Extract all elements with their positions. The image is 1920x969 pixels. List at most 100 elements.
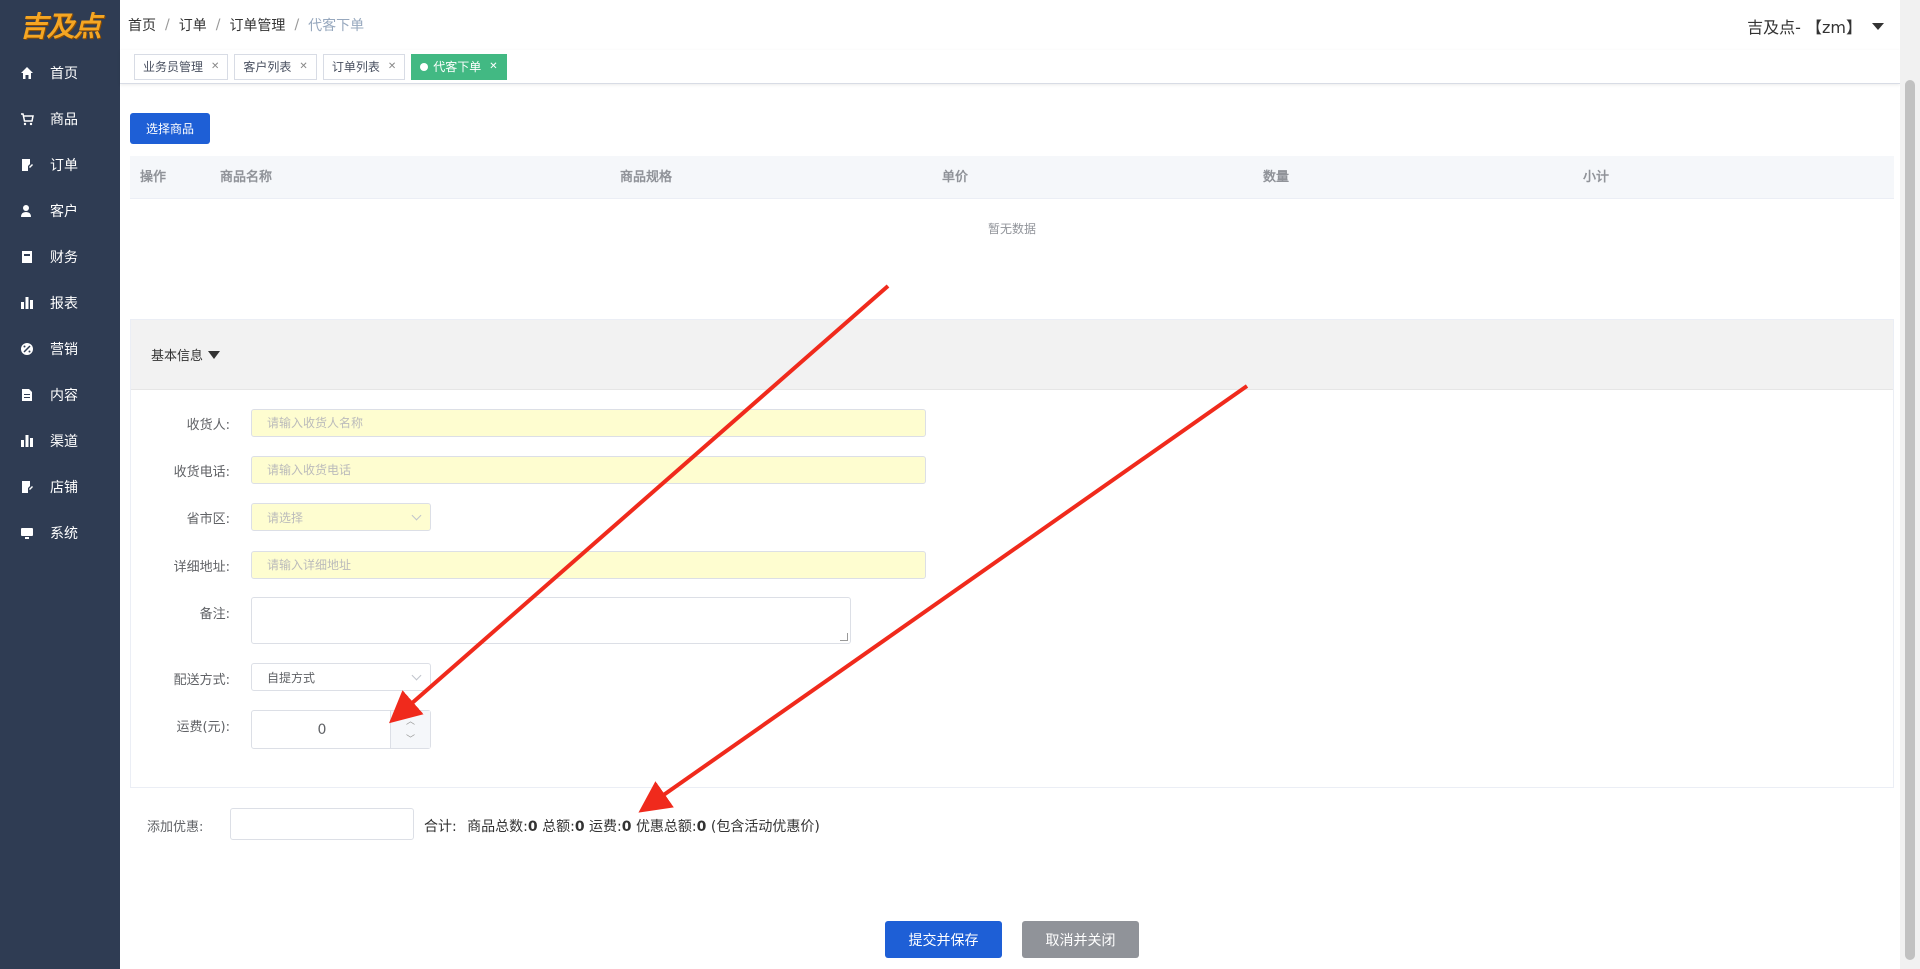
sidebar-item-label: 财务 [50, 250, 78, 266]
caret-down-icon [208, 350, 221, 359]
user-name: 吉及点- 【zm】 [1747, 18, 1862, 37]
scrollbar-thumb[interactable] [1905, 80, 1915, 960]
delivery-select-value: 自提方式 [267, 670, 316, 685]
close-icon[interactable]: ✕ [388, 61, 396, 72]
phone-input[interactable] [251, 456, 926, 484]
receiver-input[interactable] [251, 409, 926, 437]
sidebar-item-orders[interactable]: 订单 [0, 142, 120, 188]
tag-label: 代客下单 [433, 60, 482, 74]
sidebar-item-goods[interactable]: 商品 [0, 96, 120, 142]
sidebar-item-label: 内容 [50, 388, 78, 404]
tag-customer-list[interactable]: 客户列表 ✕ [234, 53, 317, 80]
tag-order-list[interactable]: 订单列表 ✕ [322, 53, 406, 80]
content-icon [20, 388, 34, 402]
sidebar-item-label: 订单 [50, 158, 78, 174]
sidebar-item-content[interactable]: 内容 [0, 372, 120, 418]
select-goods-button[interactable]: 选择商品 [130, 113, 210, 144]
discount-input[interactable] [230, 808, 414, 840]
customer-icon [20, 204, 34, 218]
column-header: 操作 [140, 170, 167, 185]
close-icon[interactable]: ✕ [211, 61, 219, 72]
caret-down-icon [1872, 22, 1884, 30]
discount-label: 添加优惠: [147, 820, 204, 835]
tag-proxy-order[interactable]: 代客下单 ✕ [411, 53, 507, 80]
phone-label: 收货电话: [173, 465, 230, 480]
column-header: 单价 [942, 170, 969, 185]
chevron-down-icon [411, 510, 422, 521]
breadcrumb-separator: / [165, 17, 170, 33]
cart-icon [20, 112, 34, 126]
sidebar-item-marketing[interactable]: 营销 [0, 326, 120, 372]
chevron-down-icon [411, 670, 422, 681]
basic-info-header[interactable]: 基本信息 [131, 320, 1893, 390]
delivery-select[interactable]: 自提方式 [251, 663, 431, 691]
decrease-icon[interactable]: ﹀ [390, 729, 430, 748]
freight-stepper[interactable]: 0 ︿ ﹀ [251, 710, 431, 749]
total-label: 合计: [424, 819, 457, 835]
receiver-label: 收货人: [186, 418, 230, 433]
sidebar-item-finance[interactable]: 财务 [0, 234, 120, 280]
discount-total-value: 0 [696, 819, 707, 835]
breadcrumb-item[interactable]: 首页 [128, 15, 156, 35]
address-label: 详细地址: [173, 560, 230, 575]
submit-save-button[interactable]: 提交并保存 [885, 921, 1002, 958]
sidebar-item-label: 首页 [50, 66, 78, 82]
logo[interactable]: 吉及点 [0, 0, 120, 50]
goods-count-label: 商品总数: [467, 819, 528, 835]
freight-label: 运费(元): [176, 720, 230, 735]
sidebar-item-shop[interactable]: 店铺 [0, 464, 120, 510]
freight-summary-value: 0 [621, 819, 632, 835]
column-header: 商品规格 [620, 170, 673, 185]
sidebar-item-label: 报表 [50, 296, 78, 312]
freight-value[interactable]: 0 [252, 711, 392, 748]
tags-view: 业务员管理 ✕ 客户列表 ✕ 订单列表 ✕ 代客下单 ✕ [120, 50, 1900, 84]
breadcrumb-item[interactable]: 订单 [179, 15, 207, 35]
goods-count-value: 0 [527, 819, 538, 835]
sidebar-item-label: 店铺 [50, 480, 78, 496]
close-icon[interactable]: ✕ [299, 61, 307, 72]
cancel-close-button[interactable]: 取消并关闭 [1022, 921, 1139, 958]
column-header: 小计 [1583, 170, 1610, 185]
sidebar-item-label: 营销 [50, 342, 78, 358]
tag-salesman-management[interactable]: 业务员管理 ✕ [134, 53, 229, 80]
sidebar-item-reports[interactable]: 报表 [0, 280, 120, 326]
region-select[interactable]: 请选择 [251, 503, 431, 531]
remark-textarea[interactable] [251, 597, 851, 644]
increase-icon[interactable]: ︿ [390, 711, 430, 730]
basic-info-title: 基本信息 [151, 349, 204, 364]
tag-label: 订单列表 [331, 60, 380, 74]
delivery-label: 配送方式: [173, 673, 230, 688]
breadcrumb-separator: / [294, 17, 300, 33]
sidebar-item-label: 渠道 [50, 434, 78, 450]
logo-text: 吉及点 [19, 10, 101, 43]
system-icon [20, 526, 34, 540]
tag-label: 业务员管理 [143, 60, 204, 74]
address-input[interactable] [251, 551, 926, 579]
top-bar: 首页 / 订单 / 订单管理 / 代客下单 吉及点- 【zm】 [120, 0, 1920, 50]
order-summary: 合计: 商品总数:0 总额:0 运费:0 优惠总额:0 (包含活动优惠价) [424, 816, 820, 836]
sidebar-item-customers[interactable]: 客户 [0, 188, 120, 234]
region-select-placeholder: 请选择 [267, 510, 304, 525]
order-icon [20, 158, 34, 172]
user-menu[interactable]: 吉及点- 【zm】 [1747, 14, 1884, 38]
active-dot-icon [420, 62, 429, 71]
breadcrumb-current: 代客下单 [308, 18, 365, 34]
sidebar-item-label: 系统 [50, 526, 78, 542]
freight-summary-label: 运费: [589, 819, 622, 835]
breadcrumb-separator: / [215, 17, 221, 33]
sidebar-item-system[interactable]: 系统 [0, 510, 120, 556]
column-header: 数量 [1263, 170, 1290, 185]
discount-total-label: 优惠总额: [635, 819, 697, 835]
close-icon[interactable]: ✕ [489, 61, 497, 72]
summary-note: (包含活动优惠价) [710, 819, 820, 835]
resize-grip-icon[interactable] [840, 633, 848, 641]
channel-icon [20, 434, 34, 448]
sidebar-item-label: 商品 [50, 112, 78, 128]
breadcrumb: 首页 / 订单 / 订单管理 / 代客下单 [128, 15, 364, 35]
table-empty-text: 暂无数据 [987, 222, 1036, 236]
remark-label: 备注: [199, 607, 230, 622]
breadcrumb-item[interactable]: 订单管理 [229, 15, 285, 35]
sidebar-item-home[interactable]: 首页 [0, 50, 120, 96]
sidebar-item-channels[interactable]: 渠道 [0, 418, 120, 464]
page-scrollbar[interactable] [1900, 0, 1920, 969]
